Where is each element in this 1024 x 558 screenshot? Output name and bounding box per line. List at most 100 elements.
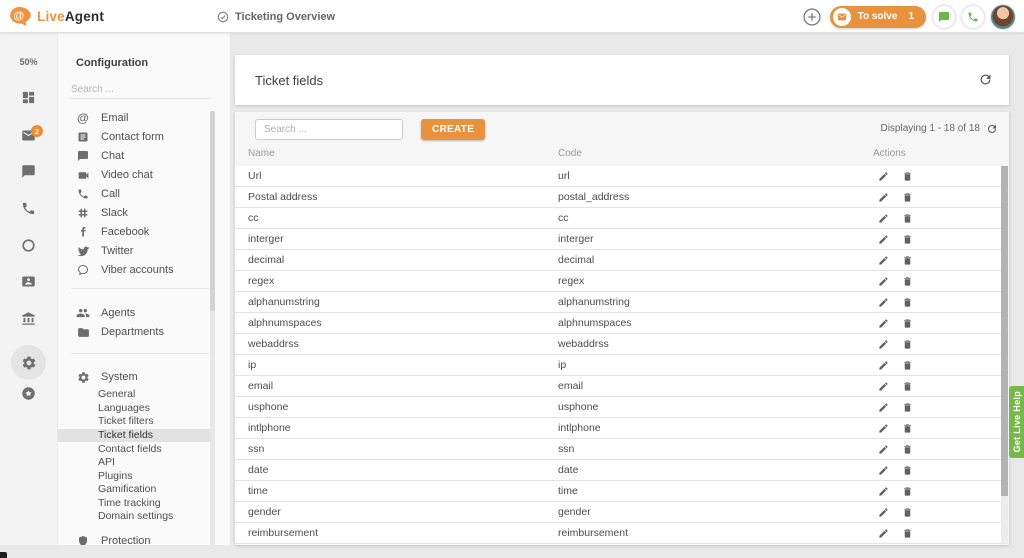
table-row: regex regex [235, 271, 1002, 292]
sidebar-item-twitter[interactable]: Twitter [76, 243, 133, 259]
edit-icon[interactable] [878, 507, 889, 518]
chats-button[interactable] [933, 6, 955, 28]
delete-icon[interactable] [902, 234, 913, 245]
breadcrumb-ticketing-overview[interactable]: Ticketing Overview [217, 0, 335, 33]
calls-button[interactable] [962, 6, 984, 28]
edit-icon[interactable] [878, 465, 889, 476]
edit-icon[interactable] [878, 381, 889, 392]
create-button[interactable]: CREATE [421, 119, 485, 140]
table-scrollbar[interactable] [1001, 166, 1008, 544]
sidebar-item-chat[interactable]: Chat [76, 148, 124, 164]
sidebar-scrollbar[interactable] [210, 111, 215, 545]
edit-icon[interactable] [878, 402, 889, 413]
people-icon [76, 306, 90, 320]
sidebar-item-call[interactable]: Call [76, 186, 120, 202]
rail-company-icon[interactable] [0, 311, 57, 326]
sidebar-item-viber-accounts[interactable]: Viber accounts [76, 262, 174, 278]
edit-icon[interactable] [878, 486, 889, 497]
edit-icon[interactable] [878, 297, 889, 308]
grid-search-input[interactable] [255, 119, 403, 140]
edit-icon[interactable] [878, 255, 889, 266]
delete-icon[interactable] [902, 360, 913, 371]
rail-badge-icon[interactable] [0, 386, 57, 401]
table-row: usphone usphone [235, 397, 1002, 418]
rail-contacts-icon[interactable] [0, 274, 57, 289]
rail-chat-icon[interactable] [0, 164, 57, 179]
sidebar-item-protection[interactable]: Protection [76, 533, 151, 545]
rail-settings-icon[interactable] [11, 345, 46, 380]
sidebar-item-label: System [101, 371, 138, 383]
edit-icon[interactable] [878, 234, 889, 245]
delete-icon[interactable] [902, 213, 913, 224]
phone-icon [967, 11, 979, 23]
edit-icon[interactable] [878, 171, 889, 182]
sidebar-item-agents[interactable]: Agents [76, 305, 135, 321]
row-name: time [248, 481, 268, 501]
delete-icon[interactable] [902, 528, 913, 539]
sidebar-subitem-plugins[interactable]: Plugins [58, 470, 210, 483]
sidebar-subitem-languages[interactable]: Languages [58, 402, 210, 415]
check-circle-icon [217, 11, 229, 23]
sidebar-subitem-ticket-filters[interactable]: Ticket filters [58, 415, 210, 428]
table-row: intlphone intlphone [235, 418, 1002, 439]
sidebar-subitem-domain-settings[interactable]: Domain settings [58, 510, 210, 523]
sidebar-item-facebook[interactable]: Facebook [76, 224, 149, 240]
edit-icon[interactable] [878, 276, 889, 287]
delete-icon[interactable] [902, 381, 913, 392]
liveagent-logo[interactable]: @ LiveAgent [10, 0, 104, 33]
delete-icon[interactable] [902, 465, 913, 476]
delete-icon[interactable] [902, 192, 913, 203]
delete-icon[interactable] [902, 171, 913, 182]
add-new-button[interactable] [801, 6, 823, 28]
edit-icon[interactable] [878, 528, 889, 539]
sidebar-item-system[interactable]: System [76, 369, 138, 385]
refresh-button[interactable] [978, 72, 993, 87]
delete-icon[interactable] [902, 507, 913, 518]
rail-ring-icon[interactable] [0, 238, 57, 253]
sidebar-item-label: Call [101, 188, 120, 200]
edit-icon[interactable] [878, 213, 889, 224]
delete-icon[interactable] [902, 297, 913, 308]
avatar[interactable] [991, 5, 1015, 29]
row-name: Postal address [248, 187, 317, 207]
delete-icon[interactable] [902, 402, 913, 413]
delete-icon[interactable] [902, 444, 913, 455]
edit-icon[interactable] [878, 423, 889, 434]
sidebar-item-departments[interactable]: Departments [76, 324, 164, 340]
table-scrollbar-thumb[interactable] [1001, 166, 1008, 496]
delete-icon[interactable] [902, 486, 913, 497]
edit-icon[interactable] [878, 444, 889, 455]
sidebar-subitem-contact-fields[interactable]: Contact fields [58, 443, 210, 456]
delete-icon[interactable] [902, 339, 913, 350]
sidebar-scrollbar-thumb[interactable] [210, 111, 215, 311]
envelope-icon [833, 8, 851, 26]
sidebar-search-input[interactable] [71, 81, 209, 99]
sidebar-subitem-time-tracking[interactable]: Time tracking [58, 497, 210, 510]
delete-icon[interactable] [902, 318, 913, 329]
edit-icon[interactable] [878, 360, 889, 371]
sidebar-item-video-chat[interactable]: Video chat [76, 167, 153, 183]
sidebar-item-contact-form[interactable]: Contact form [76, 129, 164, 145]
row-name: decimal [248, 250, 284, 270]
sidebar-item-email[interactable]: @ Email [76, 110, 129, 126]
delete-icon[interactable] [902, 255, 913, 266]
delete-icon[interactable] [902, 423, 913, 434]
brand-agent: Agent [65, 9, 104, 24]
sidebar-subitem-api[interactable]: API [58, 456, 210, 469]
get-live-help-button[interactable]: Get Live Help [1009, 386, 1024, 458]
rail-dashboard-icon[interactable] [0, 90, 57, 105]
sidebar-item-slack[interactable]: Slack [76, 205, 128, 221]
edit-icon[interactable] [878, 318, 889, 329]
rail-call-icon[interactable] [0, 201, 57, 216]
to-solve-button[interactable]: To solve 1 [830, 6, 926, 28]
delete-icon[interactable] [902, 276, 913, 287]
sidebar-subitem-gamification[interactable]: Gamification [58, 483, 210, 496]
row-actions [878, 271, 913, 291]
sidebar-subitem-ticket-fields[interactable]: Ticket fields [58, 429, 210, 442]
sidebar-subitem-general[interactable]: General [58, 388, 210, 401]
edit-icon[interactable] [878, 339, 889, 350]
row-code: time [558, 481, 578, 501]
edit-icon[interactable] [878, 192, 889, 203]
grid-refresh-button[interactable] [986, 123, 998, 135]
rail-tickets-icon[interactable] [0, 128, 57, 143]
